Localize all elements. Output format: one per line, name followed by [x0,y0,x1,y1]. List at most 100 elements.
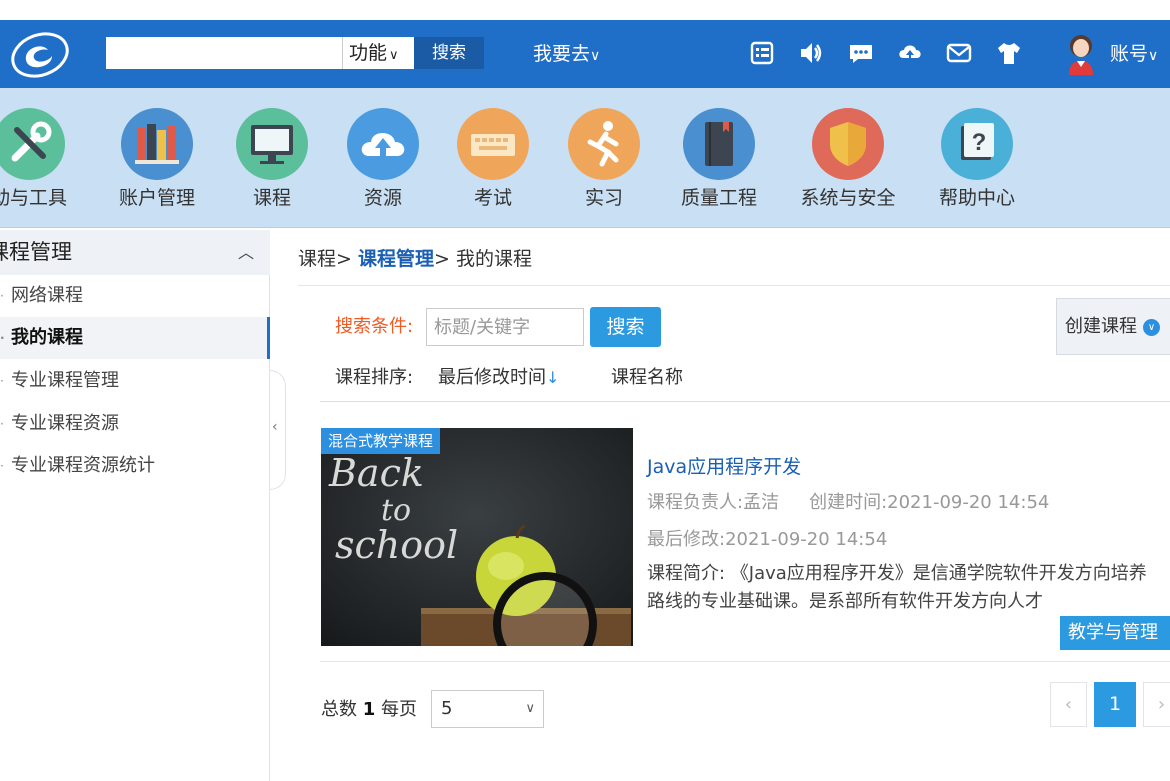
category-label: 动与工具 [0,187,67,209]
per-page-value: 5 [441,698,453,719]
course-thumbnail[interactable]: Back to school [321,428,633,646]
bullet-icon: · [0,459,4,473]
top-bar: 功能 ∨ 搜索 我要去∨ 账号∨ [0,20,1170,88]
sidebar-item-major-course-manage[interactable]: · 专业课程管理 [0,360,270,402]
category-exam[interactable]: 考试 [438,108,548,210]
category-quality[interactable]: 质量工程 [664,108,774,210]
course-created-time: 创建时间:2021-09-20 14:54 [809,492,1050,513]
category-help[interactable]: ? 帮助中心 [922,108,1032,210]
total-prefix: 总数 [321,699,357,720]
per-page-select[interactable]: 5 ∨ [431,690,544,728]
breadcrumb-separator: > [336,248,358,270]
sidebar-item-label: 专业课程资源统计 [11,455,155,476]
account-menu[interactable]: 账号∨ [1110,40,1158,70]
breadcrumb-root[interactable]: 课程 [298,248,336,270]
avatar[interactable] [1064,31,1098,77]
thumb-text: Back [328,451,424,495]
category-course[interactable]: 课程 [217,108,327,210]
sidebar-collapse-handle[interactable]: ‹ [270,370,286,490]
keyboard-icon [457,108,529,180]
category-label: 系统与安全 [800,187,896,209]
cloud-icon [347,108,419,180]
category-label: 帮助中心 [938,187,1015,209]
sort-by-course-name[interactable]: 课程名称 [611,365,683,391]
books-icon [121,108,193,180]
category-label: 课程 [252,187,291,209]
course-modified-time: 最后修改:2021-09-20 14:54 [647,529,888,550]
course-owner: 课程负责人:孟洁 [647,492,780,513]
total-value: 1 [362,699,376,720]
global-search-button[interactable]: 搜索 [414,37,484,69]
keyword-search-input[interactable] [426,308,584,346]
bullet-icon: · [0,417,4,431]
category-internship[interactable]: 实习 [549,108,659,210]
category-resource[interactable]: 资源 [328,108,438,210]
category-account[interactable]: 账户管理 [102,108,212,210]
chevron-down-icon: ∨ [389,48,399,63]
page-number-button[interactable]: 1 [1094,682,1136,727]
sidebar-item-major-course-resource[interactable]: · 专业课程资源 [0,403,270,445]
account-label: 账号 [1110,43,1149,65]
sidebar: 课程管理 ︿ · 网络课程 · 我的课程 · 专业课程管理 · 专业课程资源 ·… [0,230,270,781]
category-label: 质量工程 [680,187,757,209]
course-type-badge: 混合式教学课程 [321,428,441,454]
create-course-button[interactable]: 创建课程 ∨ [1056,298,1170,355]
chevron-down-icon: ∨ [1148,48,1159,64]
chevron-down-icon: ∨ [590,48,601,64]
sidebar-item-online-course[interactable]: · 网络课程 [0,275,270,317]
sidebar-section-header[interactable]: 课程管理 ︿ [0,230,270,275]
function-select-label: 功能 [349,42,388,64]
category-tools[interactable]: 动与工具 [0,108,84,210]
sidebar-item-label: 我的课程 [11,327,83,348]
cloud-upload-icon[interactable] [897,38,923,68]
chat-icon[interactable] [848,38,874,68]
course-intro: 课程简介: 《Java应用程序开发》是信通学院软件开发方向培养路线的专业基础课。… [647,563,1147,612]
search-button[interactable]: 搜索 [590,307,661,347]
function-select[interactable]: 功能 ∨ [342,37,414,69]
bullet-icon: · [0,331,5,345]
category-label: 资源 [363,187,402,209]
teach-manage-button[interactable]: 教学与管理 [1060,616,1170,650]
goto-label: 我要去 [533,43,591,65]
global-search-input[interactable] [106,37,342,69]
goto-menu[interactable]: 我要去∨ [533,40,600,70]
chevron-up-icon[interactable]: ︿ [238,230,254,275]
help-icon: ? [941,108,1013,180]
chevron-down-icon: ∨ [1143,318,1160,336]
sidebar-item-major-course-stats[interactable]: · 专业课程资源统计 [0,445,270,487]
breadcrumb: 课程> 课程管理> 我的课程 [298,246,532,272]
category-label: 考试 [473,187,512,209]
category-bar: 动与工具 账户管理 课程 资源 考试 实习 质量工程 系统与安全 ? 帮助中心 [0,88,1170,228]
sort-option-label: 最后修改时间 [438,367,546,388]
category-label: 实习 [584,187,623,209]
breadcrumb-separator: > [434,248,456,270]
thumb-text: school [335,523,458,567]
list-icon[interactable] [750,38,776,68]
chevron-down-icon: ∨ [525,701,535,716]
sidebar-section-title: 课程管理 [0,240,72,264]
category-security[interactable]: 系统与安全 [793,108,903,210]
tools-icon [0,108,65,180]
tshirt-icon[interactable] [996,38,1022,68]
sort-label: 课程排序: [335,367,414,388]
per-page-label: 每页 [381,699,417,720]
breadcrumb-current: 我的课程 [455,248,532,270]
sidebar-item-my-course[interactable]: · 我的课程 [0,317,270,359]
total-count: 总数 1 每页 [321,697,417,723]
mail-icon[interactable] [946,38,972,68]
speaker-icon[interactable] [798,38,824,68]
search-condition-label: 搜索条件: [335,316,414,337]
bullet-icon: · [0,289,4,303]
shield-icon [812,108,884,180]
category-label: 账户管理 [118,187,195,209]
sort-by-modified-time[interactable]: 最后修改时间↓ [438,365,559,391]
logo[interactable] [8,26,72,82]
svg-text:?: ? [972,129,987,156]
course-title-link[interactable]: Java应用程序开发 [647,454,801,480]
bullet-icon: · [0,374,4,388]
monitor-icon [236,108,308,180]
book-icon [683,108,755,180]
next-page-button[interactable]: › [1143,682,1170,727]
prev-page-button[interactable]: ‹ [1050,682,1087,727]
breadcrumb-middle[interactable]: 课程管理 [358,248,434,270]
